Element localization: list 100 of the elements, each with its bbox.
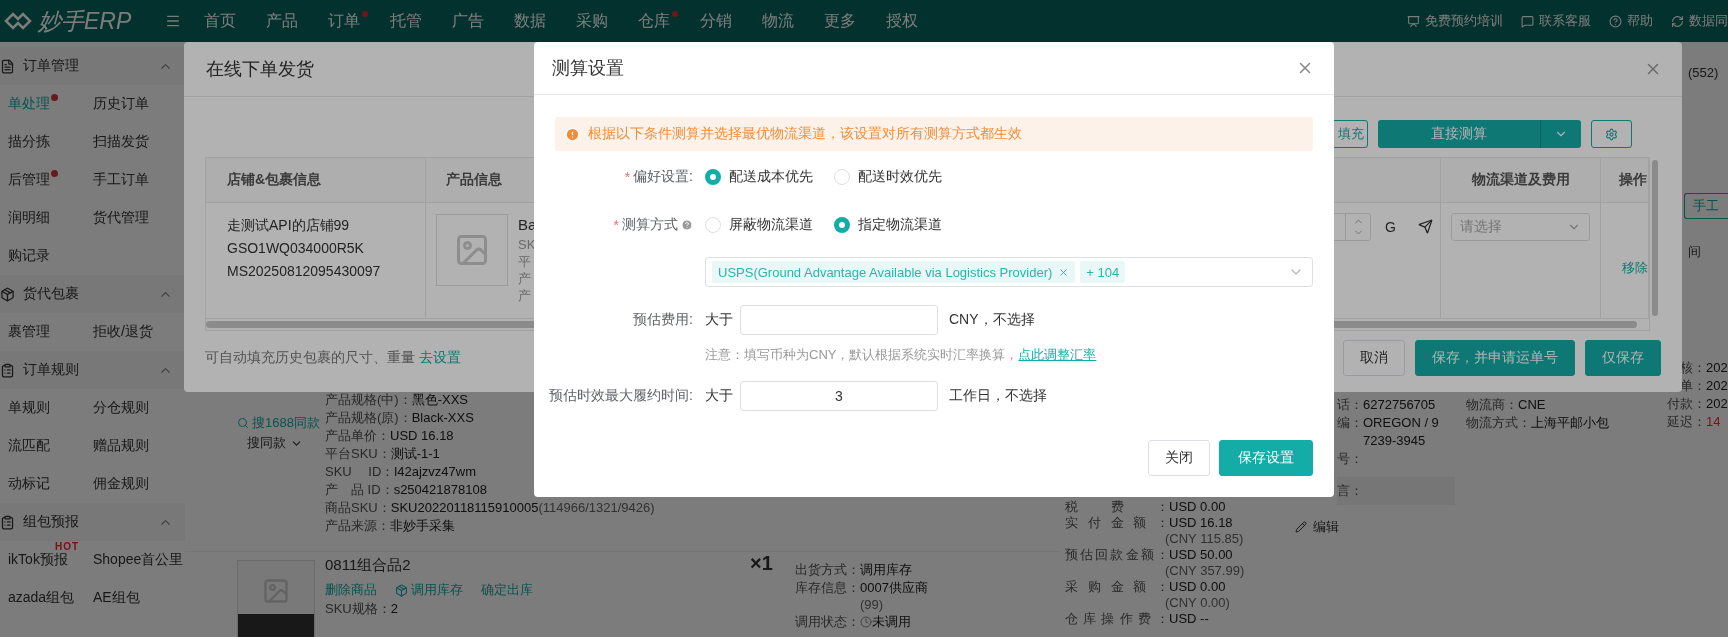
nav-item[interactable]: 广告 bbox=[452, 10, 492, 32]
dialog-button[interactable]: 取消 bbox=[1343, 340, 1405, 376]
sidebar-item[interactable]: 购记录 bbox=[0, 237, 93, 275]
channel-multiselect[interactable]: USPS(Ground Advantage Available via Logistics Provider) + 104 bbox=[705, 257, 1313, 287]
radio-button[interactable] bbox=[834, 217, 850, 233]
radio-button[interactable] bbox=[705, 169, 721, 185]
sidebar-item[interactable]: 分仓规则 bbox=[93, 389, 185, 427]
radio-option[interactable]: 配送成本优先 bbox=[705, 168, 834, 186]
sidebar-item[interactable]: 赠品规则 bbox=[93, 427, 185, 465]
address-label: 号： bbox=[1337, 450, 1363, 468]
field-label: 预估费用: bbox=[633, 311, 693, 329]
nav-item[interactable]: 订单 bbox=[328, 10, 368, 32]
radio-option[interactable]: 指定物流渠道 bbox=[834, 216, 963, 234]
dialog-button[interactable]: 保存，并申请运单号 bbox=[1415, 340, 1575, 376]
close-icon[interactable] bbox=[1058, 266, 1070, 278]
nav-item[interactable]: 产品 bbox=[266, 10, 306, 32]
sidebar-item[interactable]: 拒收/退货 bbox=[93, 313, 185, 351]
sidebar-item[interactable]: AE组包 bbox=[93, 579, 185, 617]
nav-item[interactable]: 仓库 bbox=[638, 10, 678, 32]
sidebar-item[interactable]: 流匹配 bbox=[0, 427, 93, 465]
radio-option[interactable]: 配送时效优先 bbox=[834, 168, 963, 186]
channel-tag[interactable]: USPS(Ground Advantage Available via Logistics Provider) bbox=[712, 261, 1076, 283]
sidebar-item[interactable]: 动标记 bbox=[0, 465, 93, 503]
nav-item[interactable]: 托管 bbox=[390, 10, 430, 32]
manual-order-button[interactable]: 手工 bbox=[1684, 193, 1728, 219]
comparison-label: 大于 bbox=[705, 311, 734, 329]
detail-value: 未调用 bbox=[872, 613, 911, 631]
sidebar-item[interactable]: 润明细 bbox=[0, 199, 93, 237]
sidebar-item[interactable]: azada组包 bbox=[0, 579, 93, 617]
warning-icon bbox=[565, 126, 580, 142]
help-icon[interactable] bbox=[681, 219, 693, 231]
date-value: 202 bbox=[1706, 395, 1728, 413]
sidebar-item[interactable]: 单规则 bbox=[0, 389, 93, 427]
detail-label: 调用状态： bbox=[795, 613, 860, 631]
sidebar-item[interactable]: 历史订单 bbox=[93, 85, 185, 123]
sidebar-group-header[interactable]: 货代包裹 bbox=[0, 275, 185, 313]
channel-select[interactable]: 请选择 bbox=[1451, 213, 1590, 241]
nav-item[interactable]: 数据 bbox=[514, 10, 554, 32]
top-link[interactable]: 帮助 bbox=[1609, 12, 1653, 30]
top-link[interactable]: 数据同 bbox=[1671, 12, 1728, 30]
sidebar-group-header[interactable]: 组包预报 bbox=[0, 503, 185, 541]
exchange-rate-link[interactable]: 点此调整汇率 bbox=[1018, 347, 1097, 362]
detail-value: 非妙手采集 bbox=[390, 517, 455, 535]
sidebar-group-header[interactable]: 订单规则 bbox=[0, 351, 185, 389]
nav-item[interactable]: 首页 bbox=[204, 10, 244, 32]
clipboard-icon bbox=[0, 514, 15, 530]
remove-link[interactable]: 移除 bbox=[1622, 217, 1648, 318]
column-header: 操作 bbox=[1601, 158, 1649, 202]
action-link[interactable]: 调用库存 bbox=[395, 580, 463, 600]
dialog-button[interactable]: 仅保存 bbox=[1585, 340, 1661, 376]
nav-item[interactable]: 授权 bbox=[886, 10, 926, 32]
currency-note: (CNY 0.00) bbox=[1164, 595, 1231, 611]
sidebar-item[interactable]: 扫描发货 bbox=[93, 123, 185, 161]
settings-icon bbox=[1605, 127, 1618, 141]
nav-item[interactable]: 更多 bbox=[824, 10, 864, 32]
sidebar-item[interactable]: 单处理 bbox=[0, 85, 93, 123]
fee-value: USD 0.00 bbox=[1169, 579, 1226, 595]
action-link[interactable]: 删除商品 bbox=[325, 580, 377, 600]
send-icon[interactable] bbox=[1417, 219, 1433, 234]
nav-item[interactable]: 采购 bbox=[576, 10, 616, 32]
detail-label: 产品规格(中)： bbox=[325, 391, 412, 409]
sidebar-item[interactable]: 描分拣 bbox=[0, 123, 93, 161]
detail-label: 产品规格(原)： bbox=[325, 409, 412, 427]
search-link[interactable]: 搜1688同款 bbox=[237, 413, 320, 433]
top-link[interactable]: 免费预约培训 bbox=[1407, 12, 1503, 30]
vertical-scrollbar[interactable] bbox=[1652, 160, 1658, 316]
product-detail: 产 bbox=[518, 270, 532, 287]
dialog-button[interactable]: 保存设置 bbox=[1219, 440, 1313, 476]
detail-value: l42ajzvz47wm bbox=[394, 463, 476, 481]
detail-label: 商品SKU： bbox=[325, 499, 391, 517]
fee-label: 仓库操作费： bbox=[1065, 611, 1169, 627]
cost-input[interactable] bbox=[740, 305, 938, 335]
document-icon bbox=[0, 58, 15, 74]
sidebar-item[interactable]: 后管理 bbox=[0, 161, 93, 199]
sidebar-item[interactable]: 裹管理 bbox=[0, 313, 93, 351]
note-text: 注意：填写币种为CNY，默认根据系统实时汇率换算，点此调整汇率 bbox=[704, 346, 1097, 364]
sidebar-item[interactable]: 货代管理 bbox=[93, 199, 185, 237]
settings-link[interactable]: 去设置 bbox=[418, 349, 461, 365]
similar-dropdown[interactable]: 搜同款 bbox=[247, 433, 303, 453]
sidebar-item[interactable]: Shopee首公里 bbox=[93, 541, 185, 579]
settings-button[interactable] bbox=[1591, 120, 1632, 148]
detail-value: 调用库存 bbox=[860, 561, 912, 579]
top-link[interactable]: 联系客服 bbox=[1521, 12, 1591, 30]
menu-icon[interactable] bbox=[165, 13, 181, 29]
date-value: 14 bbox=[1706, 413, 1721, 431]
radio-option[interactable]: 屏蔽物流渠道 bbox=[705, 216, 834, 234]
order-count: (552) bbox=[1687, 64, 1720, 82]
sidebar-item[interactable]: 手工订单 bbox=[93, 161, 185, 199]
calculate-button[interactable]: 直接测算 bbox=[1378, 120, 1541, 148]
fee-label: 采购金额： bbox=[1065, 579, 1169, 595]
days-input[interactable]: 3 bbox=[740, 381, 938, 411]
sidebar-item[interactable]: 佣金规则 bbox=[93, 465, 185, 503]
detail-label: 产 品 ID： bbox=[325, 481, 394, 499]
action-link[interactable]: 确定出库 bbox=[481, 580, 533, 600]
sidebar-group-header[interactable]: 订单管理 bbox=[0, 47, 185, 85]
edit-link[interactable]: 编辑 bbox=[1290, 518, 1339, 536]
dialog-button[interactable]: 关闭 bbox=[1148, 440, 1210, 476]
nav-item[interactable]: 分销 bbox=[700, 10, 740, 32]
nav-item[interactable]: 物流 bbox=[762, 10, 802, 32]
sidebar-item[interactable]: HOT ikTok预报 bbox=[0, 541, 93, 579]
